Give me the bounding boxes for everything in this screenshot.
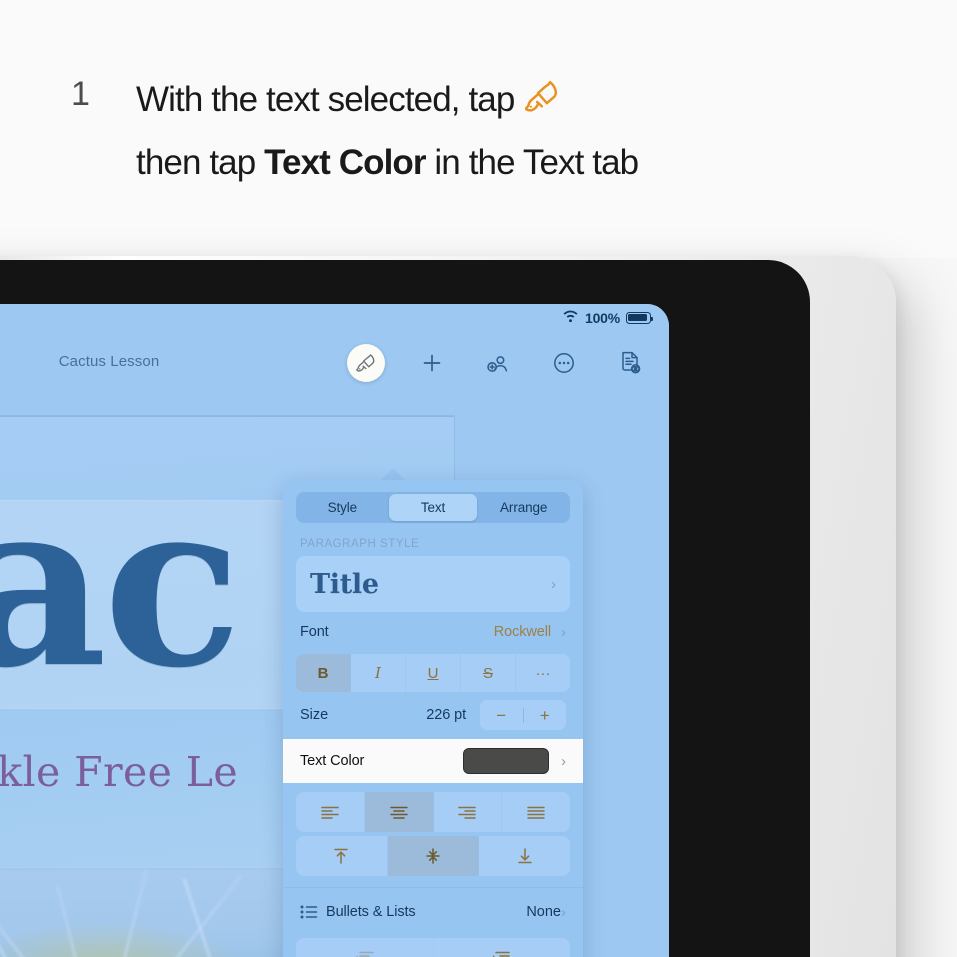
device-bezel: 100% Cactus Lesson ac kle Free Le Style … [0, 260, 810, 957]
collaborate-add-person-icon[interactable] [479, 344, 517, 382]
device-screen: 100% Cactus Lesson ac kle Free Le Style … [0, 304, 669, 957]
format-popover[interactable]: Style Text Arrange PARAGRAPH STYLE Title… [283, 480, 583, 957]
instruction-header: 1 With the text selected, tap then tap T… [0, 0, 957, 258]
align-middle-button[interactable] [387, 836, 480, 876]
bullets-value: None [526, 904, 561, 920]
bullets-label: Bullets & Lists [326, 904, 416, 920]
document-heading[interactable]: Cac [0, 464, 242, 704]
horizontal-alignment-buttons[interactable] [296, 792, 570, 832]
instruction-line-1-text: With the text selected, tap [136, 80, 515, 119]
font-size-row[interactable]: Size 226 pt − + [300, 696, 566, 734]
align-left-button[interactable] [296, 792, 365, 832]
insert-plus-icon[interactable] [413, 344, 451, 382]
wifi-icon [562, 309, 579, 327]
popover-tabs[interactable]: Style Text Arrange [296, 492, 570, 523]
font-label: Font [300, 624, 329, 640]
size-decrease-button[interactable]: − [480, 707, 523, 724]
size-stepper[interactable]: − + [480, 700, 566, 730]
bold-button[interactable]: B [296, 654, 351, 692]
font-row[interactable]: Font Rockwell › [300, 612, 566, 652]
tab-arrange[interactable]: Arrange [479, 494, 568, 521]
chevron-right-icon: › [561, 903, 566, 921]
strikethrough-button[interactable]: S [461, 654, 516, 692]
document-canvas[interactable]: Cac A Prickle Free Le [0, 394, 669, 957]
size-label: Size [300, 707, 329, 723]
document-view-icon[interactable] [611, 344, 649, 382]
bullet-list-icon [300, 905, 326, 919]
instruction-line-2-pre: then tap [136, 143, 265, 182]
align-right-button[interactable] [434, 792, 503, 832]
underline-button[interactable]: U [406, 654, 461, 692]
paragraph-style-value: Title [310, 568, 379, 600]
more-ellipsis-icon[interactable] [545, 344, 583, 382]
screenshot-root: 1 With the text selected, tap then tap T… [0, 0, 957, 957]
bullets-and-lists-row[interactable]: Bullets & Lists None › [300, 892, 566, 932]
chevron-right-icon: › [561, 752, 566, 770]
paragraph-style-row[interactable]: Title › [296, 556, 570, 612]
tab-style[interactable]: Style [298, 494, 387, 521]
more-format-button[interactable]: ··· [516, 654, 570, 692]
vertical-alignment-buttons[interactable] [296, 836, 570, 876]
instruction-line-2-post: in the Text tab [425, 143, 639, 182]
instruction-text: With the text selected, tap then tap Tex… [136, 72, 896, 191]
size-value: 226 pt [426, 707, 466, 723]
text-color-swatch[interactable] [463, 748, 549, 774]
battery-percent-label: 100% [584, 310, 620, 326]
document-subtitle[interactable]: A Prickle Free Le [0, 748, 238, 796]
app-toolbar: Cactus Lesson [0, 334, 669, 424]
status-bar-right: 100% [562, 309, 654, 327]
paintbrush-icon [521, 76, 563, 135]
font-format-buttons[interactable]: B I U S ··· [296, 654, 570, 692]
instruction-line-2: then tap Text Color in the Text tab [136, 135, 896, 191]
italic-button[interactable]: I [351, 654, 406, 692]
text-color-row[interactable]: Text Color › [283, 739, 583, 783]
ios-status-bar: 100% [0, 304, 669, 334]
popover-divider [283, 887, 583, 888]
chevron-right-icon: › [551, 575, 556, 593]
outdent-button[interactable] [296, 938, 434, 957]
page-top-edge [0, 416, 454, 417]
step-number: 1 [71, 75, 90, 113]
instruction-line-2-bold: Text Color [264, 143, 426, 182]
tab-text[interactable]: Text [388, 494, 478, 521]
align-top-button[interactable] [296, 836, 388, 876]
paragraph-style-section-label: PARAGRAPH STYLE [300, 538, 420, 550]
text-color-label: Text Color [300, 753, 365, 769]
format-brush-icon[interactable] [347, 344, 385, 382]
size-increase-button[interactable]: + [524, 707, 567, 724]
toolbar-actions [347, 344, 649, 382]
instruction-line-1: With the text selected, tap [136, 72, 896, 135]
align-center-button[interactable] [364, 792, 434, 832]
font-value: Rockwell [493, 624, 551, 640]
battery-full-icon [626, 312, 654, 324]
indent-buttons[interactable] [296, 938, 570, 957]
ipad-device: 100% Cactus Lesson ac kle Free Le Style … [0, 256, 896, 957]
chevron-right-icon: › [561, 623, 566, 641]
align-justify-button[interactable] [502, 792, 570, 832]
align-bottom-button[interactable] [479, 836, 570, 876]
indent-button[interactable] [434, 938, 571, 957]
